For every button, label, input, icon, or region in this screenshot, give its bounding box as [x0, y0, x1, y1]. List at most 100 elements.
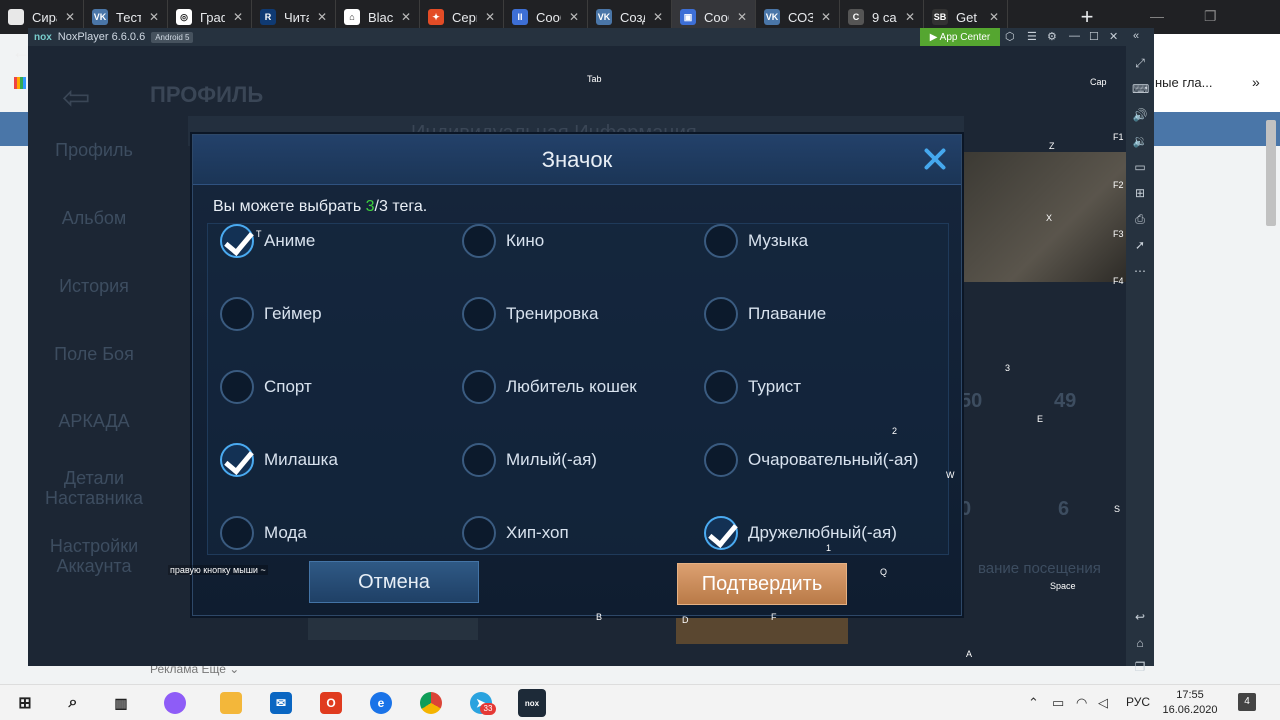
tab-close-icon[interactable]: ✕ [65, 10, 75, 24]
notification-icon[interactable]: 4 [1238, 693, 1256, 711]
chevron-up-icon[interactable]: ⌃ [1028, 695, 1039, 711]
checkbox-empty-icon[interactable] [462, 370, 496, 404]
confirm-button[interactable]: Подтвердить [677, 563, 847, 605]
rocket-icon[interactable]: ➚ [1132, 238, 1148, 252]
tag-option[interactable]: Плавание [704, 294, 944, 334]
close-icon[interactable]: ✕ [1109, 30, 1118, 43]
tag-option[interactable]: Спорт [220, 367, 460, 407]
key-label: 2 [892, 426, 898, 436]
more-icon[interactable]: ⋯ [1132, 264, 1148, 278]
tab-close-icon[interactable]: ✕ [569, 10, 579, 24]
keyboard-icon[interactable]: ⌨ [1132, 82, 1149, 96]
checkbox-checked-icon[interactable] [220, 443, 254, 477]
tag-option[interactable]: Дружелюбный(-ая) [704, 513, 944, 553]
explorer-icon[interactable] [220, 692, 242, 714]
volume-down-icon[interactable]: 🔉 [1132, 134, 1148, 148]
tag-option[interactable]: Очаровательный(-ая) [704, 440, 944, 480]
volume-up-icon[interactable]: 🔊 [1132, 108, 1148, 122]
checkbox-empty-icon[interactable] [704, 443, 738, 477]
print-icon[interactable]: ⎙ [1132, 212, 1148, 226]
apps-icon[interactable] [14, 77, 26, 89]
menu-item-history[interactable]: История [28, 276, 160, 296]
checkbox-empty-icon[interactable] [704, 297, 738, 331]
menu-item-arcade[interactable]: АРКАДА [28, 411, 160, 431]
tag-option[interactable]: Мода [220, 513, 460, 553]
home-icon[interactable]: ⌂ [1132, 636, 1148, 650]
battery-icon[interactable]: ▭ [1052, 695, 1064, 711]
tab-title: Сира [32, 9, 57, 25]
cancel-button[interactable]: Отмена [309, 561, 479, 603]
apk-icon[interactable]: ⊞ [1132, 186, 1148, 200]
tag-option[interactable]: Любитель кошек [462, 367, 702, 407]
edge-icon[interactable]: e [370, 692, 392, 714]
checkbox-empty-icon[interactable] [704, 224, 738, 258]
windows-start-icon[interactable]: ⊞ [14, 692, 36, 714]
tab-close-icon[interactable]: ✕ [653, 10, 663, 24]
nox-taskbar-icon[interactable]: nox [518, 689, 546, 717]
tag-option[interactable]: Хип-хоп [462, 513, 702, 553]
back-arrow-icon[interactable]: ⇦ [62, 78, 91, 118]
tag-option[interactable]: Геймер [220, 294, 460, 334]
clock[interactable]: 17:55 16.06.2020 [1162, 688, 1218, 718]
volume-icon[interactable]: ◁ [1098, 695, 1108, 711]
menu-item-battlefield[interactable]: Поле Боя [28, 344, 160, 364]
network-icon[interactable]: ◠ [1076, 695, 1087, 711]
checkbox-checked-icon[interactable] [220, 224, 254, 258]
tab-close-icon[interactable]: ✕ [149, 10, 159, 24]
menu-item-mentor[interactable]: Детали Наставника [28, 468, 160, 508]
settings-icon[interactable]: ⚙ [1047, 30, 1057, 43]
tab-close-icon[interactable]: ✕ [401, 10, 411, 24]
key-label: F2 [1113, 180, 1124, 190]
menu-item-profile[interactable]: Профиль [28, 140, 160, 160]
chevron-right-icon[interactable]: » [1252, 74, 1260, 90]
menu-item-account[interactable]: Настройки Аккаунта [28, 536, 160, 576]
screen-icon[interactable]: ▭ [1132, 160, 1148, 174]
tag-option[interactable]: Тренировка [462, 294, 702, 334]
minimize-icon[interactable]: — [1150, 8, 1164, 24]
fullscreen-icon[interactable]: ⤢ [1132, 56, 1148, 70]
back-icon[interactable]: ↩ [1132, 610, 1148, 624]
tab-close-icon[interactable]: ✕ [317, 10, 327, 24]
checkbox-empty-icon[interactable] [220, 370, 254, 404]
scrollbar[interactable] [1266, 120, 1276, 226]
recent-apps-icon[interactable]: ❐ [1132, 660, 1148, 674]
office-icon[interactable]: O [320, 692, 342, 714]
checkbox-empty-icon[interactable] [462, 443, 496, 477]
menu-icon[interactable]: ☰ [1027, 30, 1037, 43]
tag-option[interactable]: Кино [462, 224, 702, 261]
tab-close-icon[interactable]: ✕ [737, 10, 747, 24]
collapse-icon[interactable]: « [1133, 30, 1139, 42]
alice-icon[interactable] [164, 692, 186, 714]
checkbox-empty-icon[interactable] [462, 297, 496, 331]
theme-icon[interactable]: ⬡ [1005, 30, 1015, 43]
tag-option[interactable]: Милашка [220, 440, 460, 480]
tab-close-icon[interactable]: ✕ [485, 10, 495, 24]
language-indicator[interactable]: РУС [1126, 695, 1150, 709]
maximize-icon[interactable]: ❐ [1204, 8, 1217, 25]
checkbox-empty-icon[interactable] [220, 516, 254, 550]
maximize-icon[interactable]: ☐ [1089, 30, 1099, 43]
tag-option[interactable]: Музыка [704, 224, 944, 261]
tag-option[interactable]: Милый(-ая) [462, 440, 702, 480]
minimize-icon[interactable]: — [1069, 30, 1080, 42]
mail-icon[interactable]: ✉ [270, 692, 292, 714]
checkbox-empty-icon[interactable] [704, 370, 738, 404]
checkbox-empty-icon[interactable] [462, 516, 496, 550]
tab-close-icon[interactable]: ✕ [233, 10, 243, 24]
tab-close-icon[interactable]: ✕ [989, 10, 999, 24]
tab-title: Black [368, 9, 393, 25]
tag-option[interactable]: Турист [704, 367, 944, 407]
checkbox-empty-icon[interactable] [220, 297, 254, 331]
chrome-icon[interactable] [420, 692, 442, 714]
new-tab-button[interactable]: + [1072, 4, 1102, 30]
search-icon[interactable]: ⌕ [62, 692, 84, 714]
close-icon[interactable] [919, 143, 951, 175]
checkbox-empty-icon[interactable] [462, 224, 496, 258]
checkbox-checked-icon[interactable] [704, 516, 738, 550]
tab-close-icon[interactable]: ✕ [905, 10, 915, 24]
tab-close-icon[interactable]: ✕ [821, 10, 831, 24]
app-center-button[interactable]: ▶ App Center [920, 28, 1000, 46]
tab-title: Coo6 [704, 9, 729, 25]
task-view-icon[interactable]: ▥ [110, 692, 132, 714]
menu-item-album[interactable]: Альбом [28, 208, 160, 228]
